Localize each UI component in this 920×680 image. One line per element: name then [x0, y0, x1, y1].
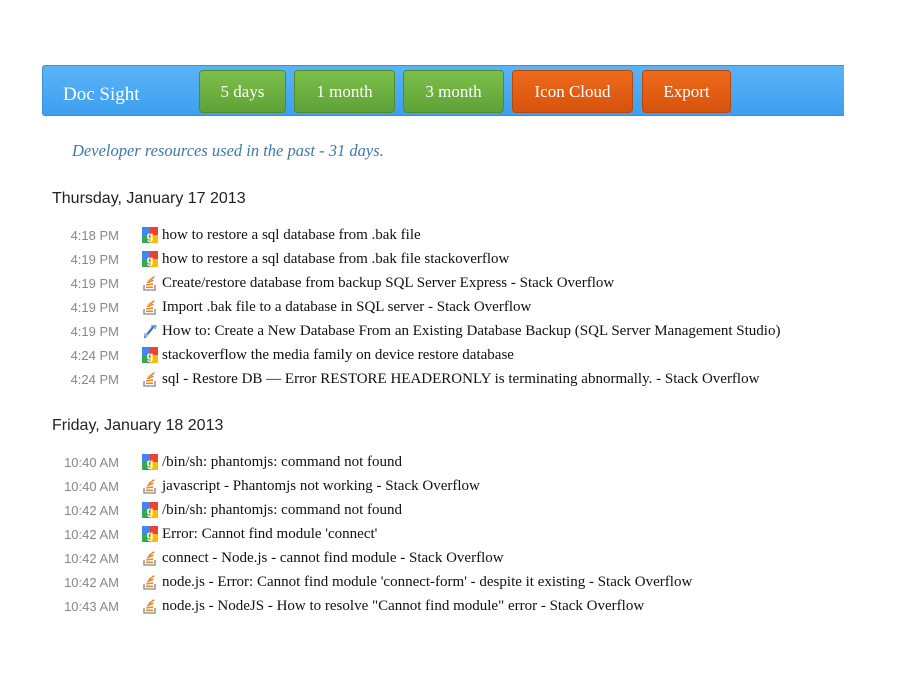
history-entry[interactable]: 4:19 PM Create/restore database from back…: [0, 271, 900, 295]
stackoverflow-icon: [142, 478, 158, 494]
3-month-button[interactable]: 3 month: [403, 70, 504, 113]
entry-title-link[interactable]: sql - Restore DB — Error RESTORE HEADERO…: [162, 371, 759, 388]
history-entry[interactable]: 10:40 AM g/bin/sh: phantomjs: command not…: [0, 450, 900, 474]
stackoverflow-icon: [142, 598, 158, 614]
entry-title-link[interactable]: node.js - NodeJS - How to resolve "Canno…: [162, 598, 644, 615]
entry-time: 4:19 PM: [70, 251, 119, 267]
svg-text:g: g: [147, 530, 154, 542]
stackoverflow-icon: [142, 550, 158, 566]
icon-cloud-button[interactable]: Icon Cloud: [512, 70, 633, 113]
entry-time: 10:43 AM: [64, 598, 119, 614]
top-navbar: Doc Sight 5 days 1 month 3 month Icon Cl…: [42, 65, 844, 116]
entry-title-link[interactable]: connect - Node.js - cannot find module -…: [162, 550, 504, 567]
history-entry[interactable]: 4:24 PM sql - Restore DB — Error RESTORE …: [0, 367, 900, 391]
stackoverflow-icon: [142, 371, 158, 387]
entry-title-link[interactable]: javascript - Phantomjs not working - Sta…: [162, 478, 480, 495]
day-heading: Friday, January 18 2013: [52, 417, 224, 434]
stackoverflow-icon: [142, 275, 158, 291]
google-icon: g: [142, 526, 158, 542]
history-entry[interactable]: 10:40 AM javascript - Phantomjs not worki…: [0, 474, 900, 498]
entry-time: 4:19 PM: [70, 323, 119, 339]
google-icon: g: [142, 347, 158, 363]
google-icon: g: [142, 251, 158, 267]
5-days-button[interactable]: 5 days: [199, 70, 286, 113]
entry-title-link[interactable]: stackoverflow the media family on device…: [162, 347, 514, 364]
entry-time: 4:24 PM: [70, 371, 119, 387]
google-icon: g: [142, 502, 158, 518]
entry-title-link[interactable]: how to restore a sql database from .bak …: [162, 251, 509, 268]
entry-time: 4:19 PM: [70, 275, 119, 291]
history-entry[interactable]: 10:42 AM node.js - Error: Cannot find mod…: [0, 570, 900, 594]
entry-title-link[interactable]: /bin/sh: phantomjs: command not found: [162, 502, 402, 519]
entry-title-link[interactable]: node.js - Error: Cannot find module 'con…: [162, 574, 692, 591]
history-entry[interactable]: 10:42 AM g/bin/sh: phantomjs: command not…: [0, 498, 900, 522]
export-button[interactable]: Export: [642, 70, 731, 113]
entry-title-link[interactable]: Import .bak file to a database in SQL se…: [162, 299, 531, 316]
svg-text:g: g: [147, 458, 154, 470]
brand-title[interactable]: Doc Sight: [63, 84, 140, 106]
entry-time: 4:24 PM: [70, 347, 119, 363]
svg-text:g: g: [147, 506, 154, 518]
entry-time: 10:42 AM: [64, 574, 119, 590]
entry-time: 4:18 PM: [70, 227, 119, 243]
history-entry[interactable]: 4:19 PM g how to restore a sql database fr…: [0, 247, 900, 271]
google-icon: g: [142, 454, 158, 470]
history-entry[interactable]: 4:18 PM g how to restore a sql database fr…: [0, 223, 900, 247]
entry-title-link[interactable]: Create/restore database from backup SQL …: [162, 275, 614, 292]
svg-text:g: g: [147, 231, 154, 243]
history-entry[interactable]: 4:24 PM g stackoverflow the media family o…: [0, 343, 900, 367]
entry-title-link[interactable]: How to: Create a New Database From an Ex…: [162, 323, 780, 340]
svg-text:g: g: [147, 255, 154, 267]
entry-time: 10:42 AM: [64, 502, 119, 518]
entry-time: 10:42 AM: [64, 550, 119, 566]
svg-text:g: g: [147, 351, 154, 363]
msdn-icon: [142, 323, 158, 339]
stackoverflow-icon: [142, 299, 158, 315]
history-entry[interactable]: 4:19 PM Import .bak file to a database in…: [0, 295, 900, 319]
history-entry[interactable]: 4:19 PM How to: Create a New Database Fro…: [0, 319, 900, 343]
google-icon: g: [142, 227, 158, 243]
entry-time: 4:19 PM: [70, 299, 119, 315]
history-entry[interactable]: 10:42 AM connect - Node.js - cannot find …: [0, 546, 900, 570]
stackoverflow-icon: [142, 574, 158, 590]
day-heading: Thursday, January 17 2013: [52, 190, 246, 207]
entry-time: 10:40 AM: [64, 454, 119, 470]
history-entry[interactable]: 10:43 AM node.js - NodeJS - How to resolv…: [0, 594, 900, 618]
entry-time: 10:42 AM: [64, 526, 119, 542]
entry-time: 10:40 AM: [64, 478, 119, 494]
history-entry[interactable]: 10:42 AM g Error: Cannot find module 'conn…: [0, 522, 900, 546]
page-subtitle: Developer resources used in the past - 3…: [72, 141, 384, 160]
entry-title-link[interactable]: how to restore a sql database from .bak …: [162, 227, 421, 244]
entry-title-link[interactable]: Error: Cannot find module 'connect': [162, 526, 377, 543]
entry-title-link[interactable]: /bin/sh: phantomjs: command not found: [162, 454, 402, 471]
1-month-button[interactable]: 1 month: [294, 70, 395, 113]
